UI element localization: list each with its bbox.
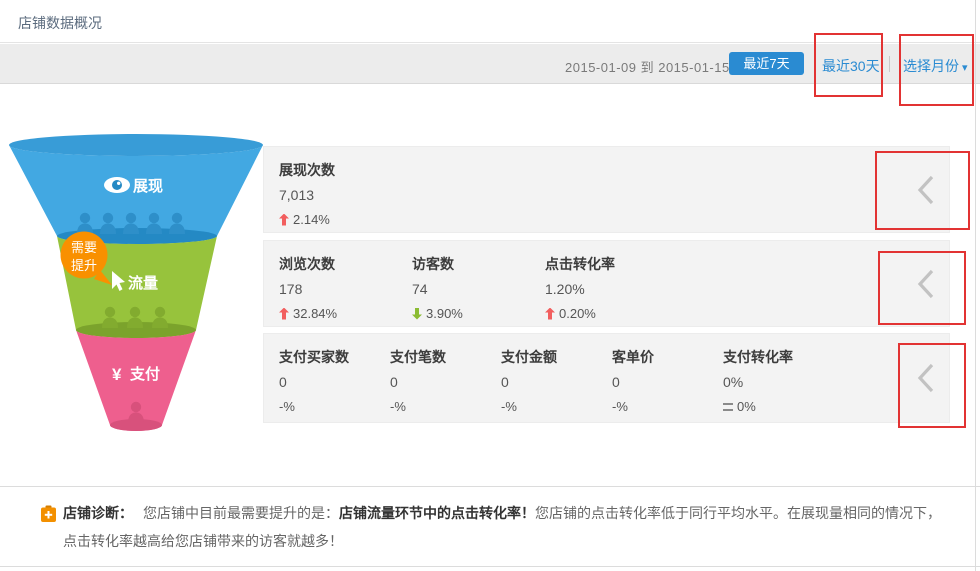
metric-label: 客单价 [612,347,723,367]
metric-change: 32.84% [293,306,337,321]
collapse-chevron-icon[interactable] [916,362,936,394]
stage-label-traffic: 流量 [128,274,158,292]
shop-data-overview-page: 店铺数据概况 2015-01-09 到 2015-01-15 最近7天 最近30… [0,0,980,571]
metric-change: -% [279,399,295,414]
metric-value: 0 [390,374,501,390]
metric-click-rate: 点击转化率 1.20% 0.20% [545,254,678,321]
stage-label-payment: 支付 [129,365,160,383]
metrics-row-display: 展现次数 7,013 2.14% [263,146,950,233]
metric-change: 0% [737,399,756,414]
metric-value: 0 [612,374,723,390]
yen-icon: ¥ [112,365,122,384]
metric-change: -% [501,399,517,414]
metric-value: 0 [279,374,390,390]
select-month-dropdown[interactable]: 选择月份▾ [903,56,968,76]
chevron-down-icon: ▾ [962,62,968,74]
metric-change: 0.20% [559,306,596,321]
metric-value: 0% [723,374,834,390]
trend-up-icon [279,214,289,226]
date-range-text: 2015-01-09 到 2015-01-15 [565,57,730,76]
collapse-chevron-icon[interactable] [916,174,936,206]
metric-label: 展现次数 [279,160,335,180]
metric-pageviews: 浏览次数 178 32.84% [279,254,412,321]
metric-value: 7,013 [279,187,335,203]
title-bar: 店铺数据概况 [0,0,980,43]
metric-impressions: 展现次数 7,013 2.14% [279,160,335,227]
page-right-border [975,0,976,571]
metric-pay-conversion: 支付转化率 0% 0% [723,347,834,414]
diagnosis-highlight: 店铺流量环节中的点击转化率！ [339,505,535,521]
eye-icon [104,177,130,193]
diagnosis-text: 店铺诊断：您店铺中目前最需要提升的是：店铺流量环节中的点击转化率！您店铺的点击转… [63,499,947,555]
funnel-stage-payment[interactable]: ¥ 支付 [76,330,196,431]
conversion-funnel-chart: 展现 流量 ¥ 支付 需要 [0,132,272,442]
metric-value: 178 [279,281,412,297]
metric-value: 0 [501,374,612,390]
metric-avg-order-value: 客单价 0 -% [612,347,723,414]
metric-label: 支付笔数 [390,347,501,367]
trend-up-icon [545,308,555,320]
metric-label: 点击转化率 [545,254,678,274]
metric-label: 访客数 [412,254,545,274]
trend-down-icon [412,308,422,320]
trend-up-icon [279,308,289,320]
metric-change: -% [390,399,406,414]
metric-pay-buyers: 支付买家数 0 -% [279,347,390,414]
badge-line2: 提升 [71,258,97,273]
diagnosis-title: 店铺诊断： [63,505,133,521]
metric-label: 支付转化率 [723,347,834,367]
metric-pay-amount: 支付金额 0 -% [501,347,612,414]
metric-change: 2.14% [293,212,330,227]
metric-label: 支付买家数 [279,347,390,367]
metric-change: -% [612,399,628,414]
date-toolbar: 2015-01-09 到 2015-01-15 最近7天 最近30天 选择月份▾ [0,44,980,84]
metric-pay-orders: 支付笔数 0 -% [390,347,501,414]
page-title: 店铺数据概况 [18,13,102,33]
metric-change: 3.90% [426,306,463,321]
diagnosis-part1: 您店铺中目前最需要提升的是： [143,505,339,521]
metrics-row-payment: 支付买家数 0 -% 支付笔数 0 -% 支付金额 0 -% 客单价 0 -% … [263,333,950,423]
stage-label-display: 展现 [133,178,163,195]
recent-7-days-button[interactable]: 最近7天 [729,52,804,75]
metric-visitors: 访客数 74 3.90% [412,254,545,321]
metric-value: 74 [412,281,545,297]
collapse-chevron-icon[interactable] [916,268,936,300]
diagnosis-clipboard-icon [40,505,57,523]
shop-diagnosis-section: 店铺诊断：您店铺中目前最需要提升的是：店铺流量环节中的点击转化率！您店铺的点击转… [0,486,980,567]
recent-30-days-button[interactable]: 最近30天 [822,56,880,76]
metric-value: 1.20% [545,281,678,297]
trend-flat-icon [723,403,733,411]
toolbar-divider [889,56,890,72]
metric-label: 支付金额 [501,347,612,367]
badge-line1: 需要 [71,240,97,255]
metric-label: 浏览次数 [279,254,412,274]
funnel-stage-display[interactable]: 展现 [9,134,263,244]
metrics-row-traffic: 浏览次数 178 32.84% 访客数 74 3.90% 点击转化率 1.20%… [263,240,950,327]
